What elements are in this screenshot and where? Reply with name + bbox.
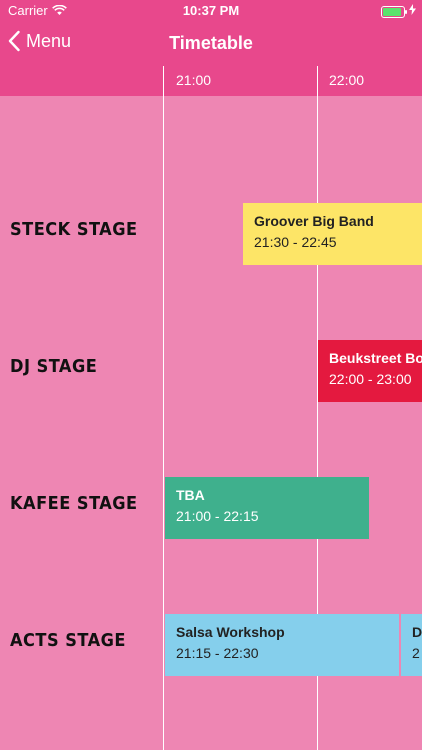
stage-label-steck: STECK STAGE — [10, 219, 138, 240]
status-time: 10:37 PM — [182, 3, 240, 18]
timeline-divider — [163, 66, 164, 750]
battery-icon — [381, 5, 407, 18]
time-header: 21:00 22:00 — [0, 66, 422, 96]
event-time: 21:00 - 22:15 — [176, 508, 259, 524]
event-time: 22:00 - 23:00 — [329, 371, 412, 387]
hour-label: 22:00 — [329, 72, 365, 88]
event-card[interactable]: Groover Big Band 21:30 - 22:45 — [243, 203, 422, 265]
charging-icon — [409, 4, 416, 19]
event-name: Beukstreet Bo — [329, 350, 422, 366]
stage-label-dj: DJ STAGE — [10, 356, 98, 377]
event-name: D — [412, 624, 422, 640]
event-name: Salsa Workshop — [176, 624, 285, 640]
event-time: 21:30 - 22:45 — [254, 234, 337, 250]
event-card[interactable]: TBA 21:00 - 22:15 — [165, 477, 369, 539]
event-card[interactable]: Salsa Workshop 21:15 - 22:30 — [165, 614, 399, 676]
event-card[interactable]: D 2 — [401, 614, 422, 676]
stage-label-kafee: KAFEE STAGE — [10, 493, 138, 514]
hour-label: 21:00 — [176, 72, 212, 88]
event-time: 2 — [412, 645, 420, 661]
event-card[interactable]: Beukstreet Bo 22:00 - 23:00 — [318, 340, 422, 402]
page-title: Timetable — [169, 33, 253, 53]
navigation-bar: Menu Timetable — [0, 22, 422, 66]
event-name: TBA — [176, 487, 205, 503]
stage-label-acts: ACTS STAGE — [10, 630, 126, 651]
status-bar: Carrier 10:37 PM — [0, 0, 422, 22]
event-time: 21:15 - 22:30 — [176, 645, 259, 661]
battery-group — [381, 4, 416, 19]
event-name: Groover Big Band — [254, 213, 374, 229]
